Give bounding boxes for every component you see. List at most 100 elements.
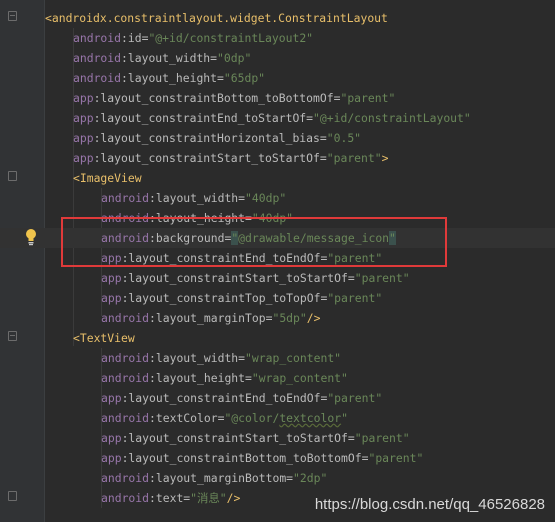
code-token: android xyxy=(101,311,150,325)
code-line[interactable]: app:layout_constraintBottom_toBottomOf="… xyxy=(0,448,555,468)
code-token: textcolor xyxy=(279,411,342,425)
code-token: app xyxy=(101,271,122,285)
code-token: "0.5" xyxy=(326,131,362,145)
code-token: "5dp" xyxy=(272,311,307,325)
code-line[interactable]: app:layout_constraintTop_toTopOf="parent… xyxy=(0,288,555,308)
code-token: app xyxy=(73,131,94,145)
code-token: :layout_width= xyxy=(149,191,246,205)
code-text: app:layout_constraintBottom_toBottomOf="… xyxy=(101,450,423,466)
code-token: app xyxy=(101,431,122,445)
code-line[interactable]: app:layout_constraintBottom_toBottomOf="… xyxy=(0,88,555,108)
code-token: :layout_constraintBottom_toBottomOf= xyxy=(121,451,369,465)
code-token: "@+id/constraintLayout2" xyxy=(148,31,314,45)
annotation-highlight-box xyxy=(61,217,447,267)
code-line[interactable]: android:layout_height="65dp" xyxy=(0,68,555,88)
code-line[interactable]: <ImageView xyxy=(0,168,555,188)
code-text: app:layout_constraintBottom_toBottomOf="… xyxy=(73,90,395,106)
code-text: app:layout_constraintStart_toStartOf="pa… xyxy=(101,270,410,286)
code-token: app xyxy=(73,151,94,165)
code-text: android:layout_marginTop="5dp"/> xyxy=(101,310,320,326)
code-token: > xyxy=(381,151,389,165)
code-token: :layout_constraintBottom_toBottomOf= xyxy=(93,91,341,105)
code-token: "parent" xyxy=(327,291,383,305)
code-token: "65dp" xyxy=(223,71,266,85)
code-text: app:layout_constraintEnd_toEndOf="parent… xyxy=(101,390,382,406)
code-token: /> xyxy=(306,311,321,325)
code-token: "parent" xyxy=(326,151,382,165)
code-token: "parent" xyxy=(340,91,396,105)
code-text: app:layout_constraintTop_toTopOf="parent… xyxy=(101,290,382,306)
code-text: android:text="消息"/> xyxy=(101,490,240,506)
code-token: :layout_constraintHorizontal_bias= xyxy=(93,131,327,145)
code-text: app:layout_constraintStart_toStartOf="pa… xyxy=(73,150,388,166)
code-text: app:layout_constraintEnd_toStartOf="@+id… xyxy=(73,110,471,126)
code-line[interactable]: android:layout_width="wrap_content" xyxy=(0,348,555,368)
lightbulb-icon[interactable] xyxy=(24,228,38,246)
code-token: <androidx.constraintlayout.widget.Constr… xyxy=(45,11,388,25)
code-line[interactable]: app:layout_constraintStart_toStartOf="pa… xyxy=(0,268,555,288)
code-token: "@+id/constraintLayout" xyxy=(313,111,471,125)
code-line[interactable]: android:layout_width="0dp" xyxy=(0,48,555,68)
code-token: :textColor= xyxy=(149,411,225,425)
code-text: android:layout_height="65dp" xyxy=(73,70,265,86)
fold-toggle-icon[interactable] xyxy=(8,11,17,21)
code-line[interactable]: app:layout_constraintEnd_toEndOf="parent… xyxy=(0,388,555,408)
code-token: "parent" xyxy=(354,271,410,285)
code-line[interactable]: app:layout_constraintStart_toStartOf="pa… xyxy=(0,428,555,448)
code-token: " xyxy=(341,411,348,425)
code-token: "parent" xyxy=(368,451,424,465)
code-token: "@color/ xyxy=(224,411,280,425)
code-line[interactable]: app:layout_constraintStart_toStartOf="pa… xyxy=(0,148,555,168)
code-line[interactable]: android:id="@+id/constraintLayout2" xyxy=(0,28,555,48)
code-token: :layout_constraintTop_toTopOf= xyxy=(121,291,328,305)
code-token: android xyxy=(101,491,150,505)
code-token: :layout_constraintEnd_toStartOf= xyxy=(93,111,314,125)
code-token: :layout_constraintEnd_toEndOf= xyxy=(121,391,328,405)
code-text: app:layout_constraintHorizontal_bias="0.… xyxy=(73,130,361,146)
code-token: app xyxy=(73,111,94,125)
code-token: android xyxy=(101,351,150,365)
code-token: :id= xyxy=(121,31,149,45)
code-token: :layout_width= xyxy=(121,51,218,65)
fold-marker-icon[interactable] xyxy=(8,171,17,181)
code-text: android:layout_width="wrap_content" xyxy=(101,350,341,366)
code-token: "消息" xyxy=(190,491,227,505)
code-token: :layout_height= xyxy=(149,371,252,385)
code-token: "0dp" xyxy=(217,51,252,65)
fold-toggle-icon[interactable] xyxy=(8,331,17,341)
code-text: android:layout_width="0dp" xyxy=(73,50,251,66)
code-token: :layout_constraintStart_toStartOf= xyxy=(93,151,327,165)
code-line[interactable]: android:layout_height="wrap_content" xyxy=(0,368,555,388)
code-line[interactable]: android:layout_marginBottom="2dp" xyxy=(0,468,555,488)
code-token: app xyxy=(101,451,122,465)
code-text: android:layout_marginBottom="2dp" xyxy=(101,470,327,486)
code-token: :layout_constraintStart_toStartOf= xyxy=(121,431,355,445)
code-line[interactable]: app:layout_constraintHorizontal_bias="0.… xyxy=(0,128,555,148)
code-token: /> xyxy=(226,491,241,505)
code-line[interactable]: <androidx.constraintlayout.widget.Constr… xyxy=(0,8,555,28)
code-line[interactable]: <TextView xyxy=(0,328,555,348)
code-token: "2dp" xyxy=(293,471,328,485)
code-token: android xyxy=(101,191,150,205)
code-line[interactable]: android:textColor="@color/textcolor" xyxy=(0,408,555,428)
code-token: <ImageView xyxy=(73,171,142,185)
code-token: :layout_marginTop= xyxy=(149,311,273,325)
code-token: android xyxy=(101,371,150,385)
code-line[interactable]: android:layout_width="40dp" xyxy=(0,188,555,208)
code-token: "wrap_content" xyxy=(245,351,342,365)
code-token: :layout_constraintStart_toStartOf= xyxy=(121,271,355,285)
code-token: app xyxy=(73,91,94,105)
code-token: android xyxy=(73,31,122,45)
code-token: :layout_width= xyxy=(149,351,246,365)
code-line[interactable]: android:layout_marginTop="5dp"/> xyxy=(0,308,555,328)
code-token: "parent" xyxy=(327,391,383,405)
code-token: "40dp" xyxy=(245,191,287,205)
code-token: :layout_height= xyxy=(121,71,224,85)
fold-marker-icon[interactable] xyxy=(8,491,17,501)
code-token: app xyxy=(101,391,122,405)
code-token: app xyxy=(101,291,122,305)
code-token: android xyxy=(73,71,122,85)
watermark-text: https://blog.csdn.net/qq_46526828 xyxy=(314,496,545,513)
code-text: <androidx.constraintlayout.widget.Constr… xyxy=(45,10,388,26)
code-line[interactable]: app:layout_constraintEnd_toStartOf="@+id… xyxy=(0,108,555,128)
